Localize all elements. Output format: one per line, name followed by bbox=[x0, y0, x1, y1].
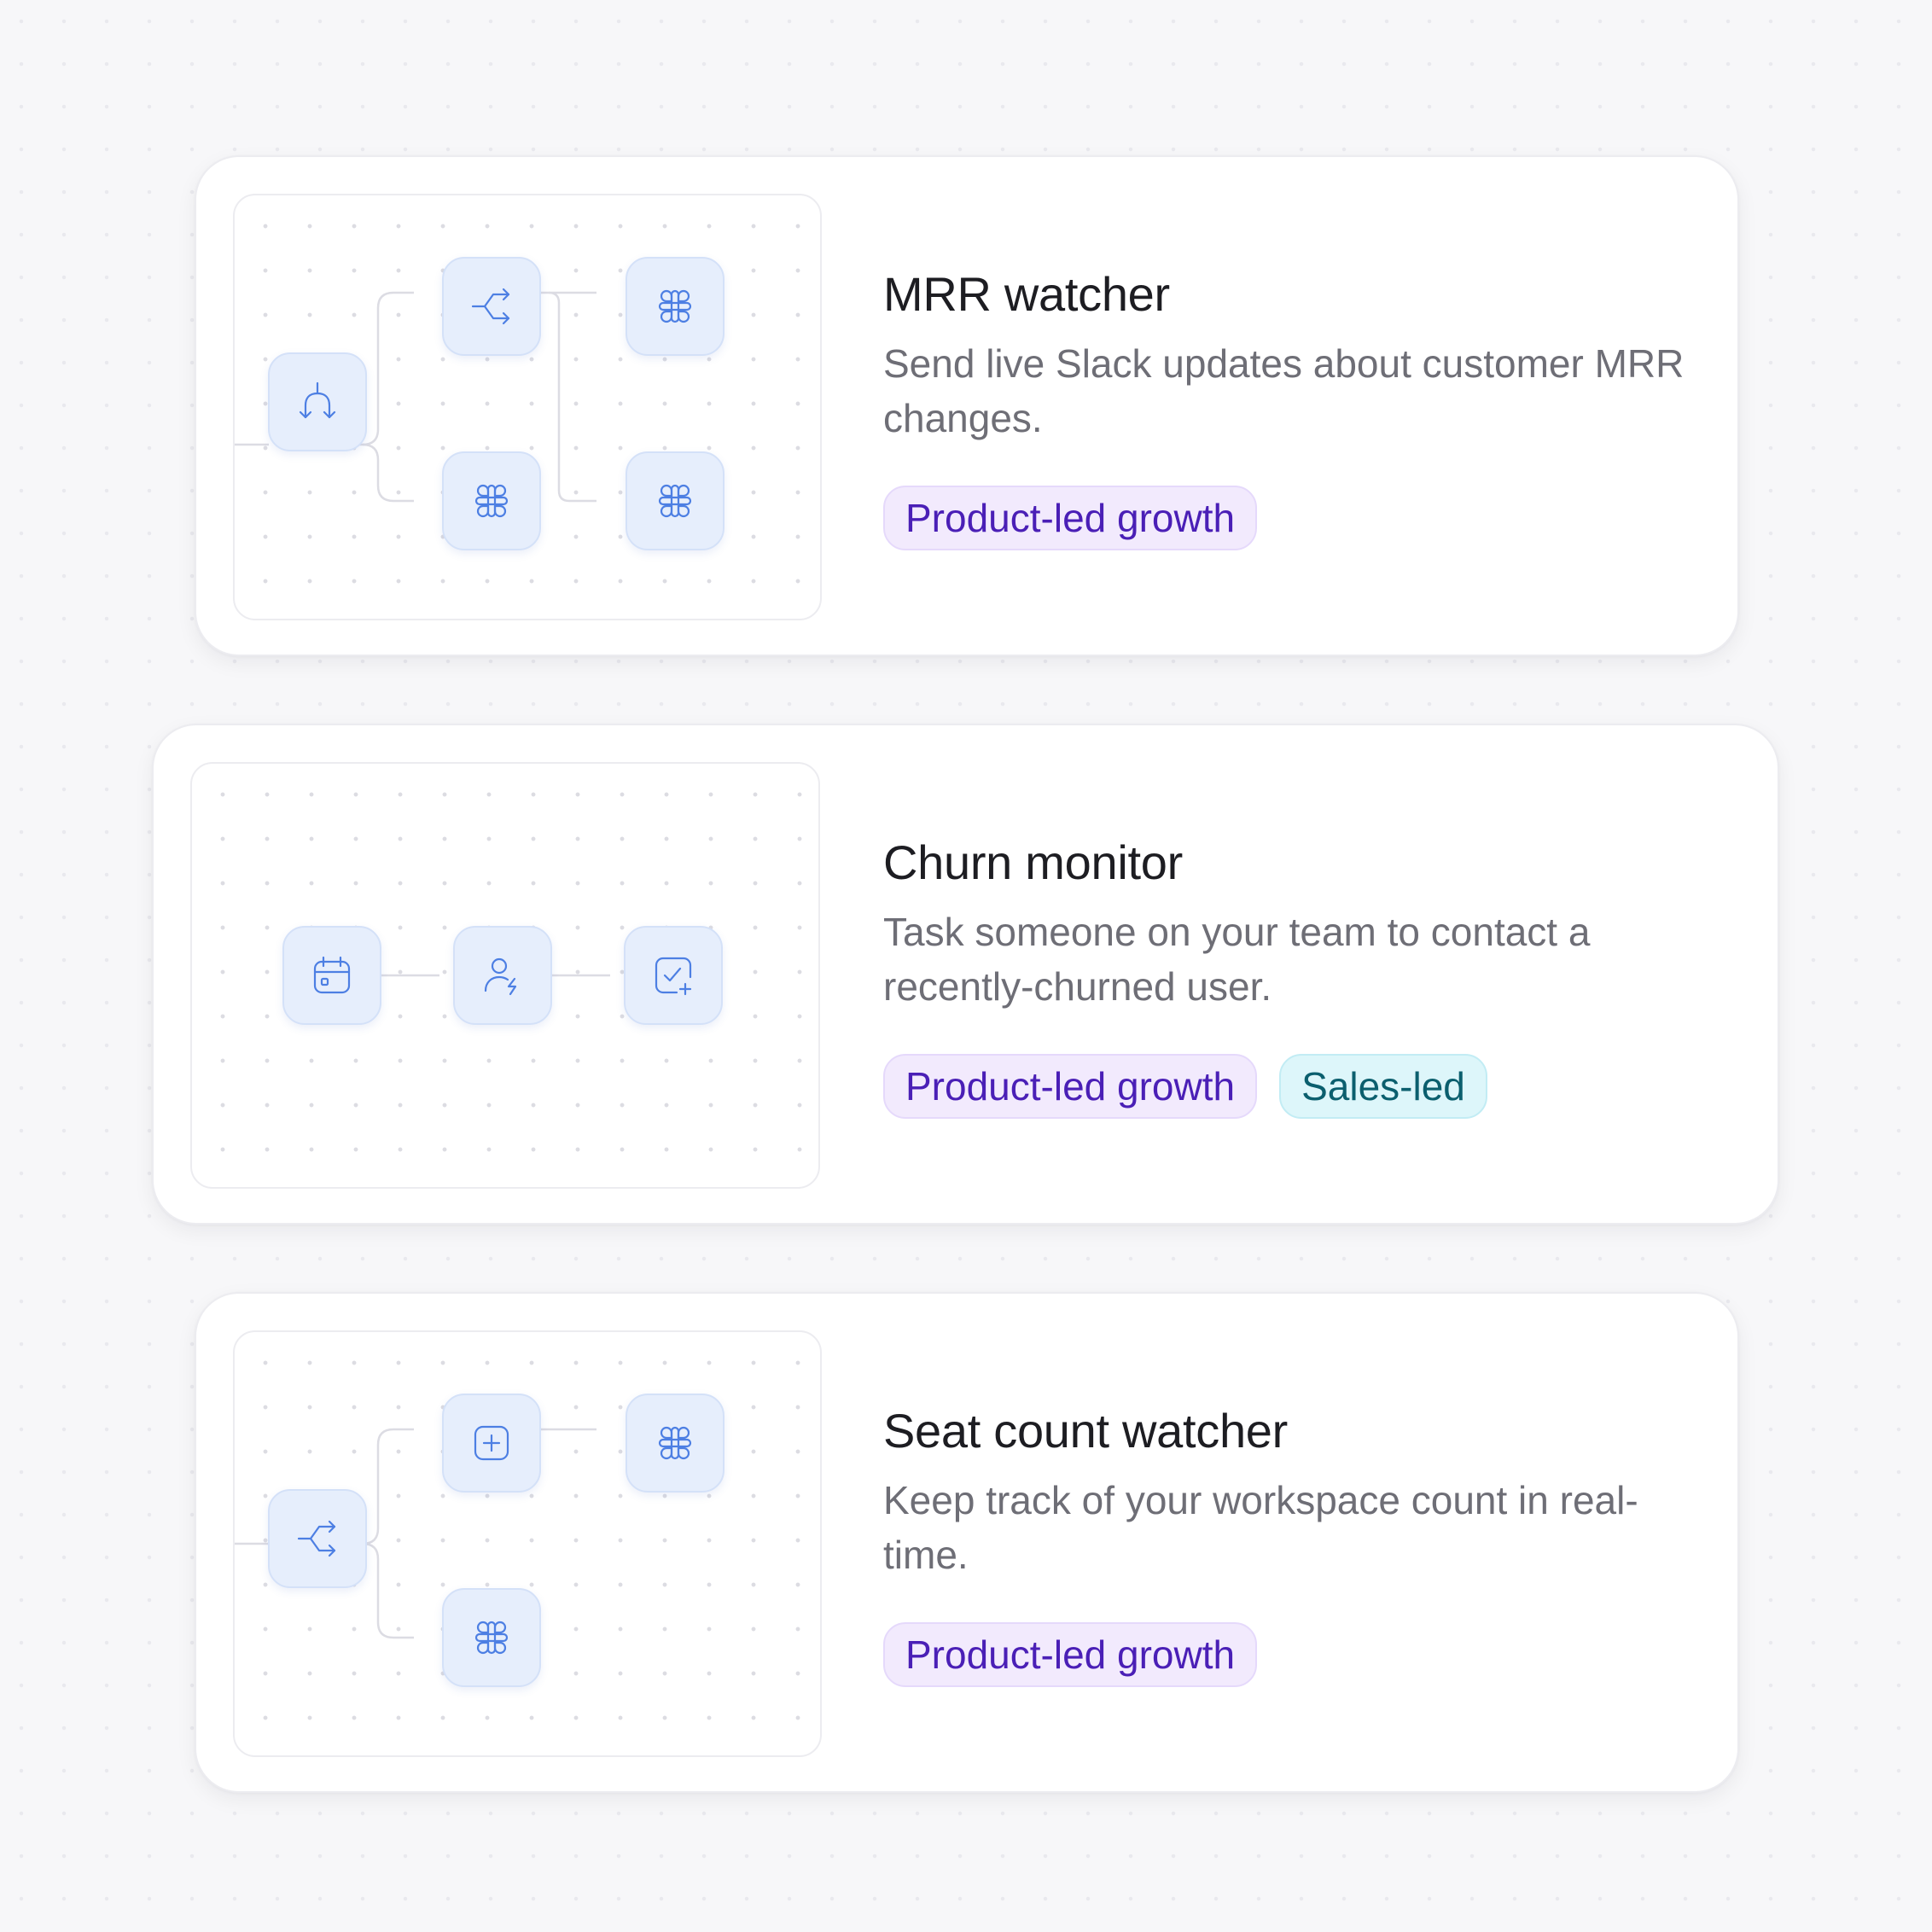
route-icon bbox=[471, 288, 510, 325]
workflow-diagram bbox=[190, 762, 820, 1189]
slack-node[interactable] bbox=[626, 1394, 724, 1493]
tag-sales-led[interactable]: Sales-led bbox=[1279, 1054, 1487, 1119]
calendar-icon bbox=[313, 956, 351, 994]
split-icon bbox=[299, 381, 336, 419]
tag-product-led-growth[interactable]: Product-led growth bbox=[883, 1622, 1258, 1687]
workflow-card-mrr-watcher[interactable]: MRR watcher Send live Slack updates abou… bbox=[195, 155, 1739, 656]
card-description: Send live Slack updates about customer M… bbox=[883, 341, 1685, 440]
card-description: Task someone on your team to contact a r… bbox=[883, 910, 1591, 1009]
workflow-card-churn-monitor[interactable]: Churn monitor Task someone on your team … bbox=[152, 724, 1779, 1225]
plus-square-node[interactable] bbox=[442, 1394, 541, 1493]
tag-product-led-growth[interactable]: Product-led growth bbox=[883, 486, 1258, 550]
tag-product-led-growth[interactable]: Product-led growth bbox=[883, 1054, 1258, 1119]
route-icon bbox=[297, 1520, 336, 1557]
slack-icon bbox=[658, 484, 692, 518]
workflow-card-seat-count-watcher[interactable]: Seat count watcher Keep track of your wo… bbox=[195, 1292, 1739, 1793]
route-node[interactable] bbox=[442, 257, 541, 356]
workflow-diagram bbox=[233, 194, 822, 620]
card-title: MRR watcher bbox=[883, 267, 1170, 321]
tag-list: Product-led growth bbox=[883, 486, 1258, 550]
tag-list: Product-led growth bbox=[883, 1622, 1258, 1687]
task-add-icon bbox=[655, 957, 692, 996]
slack-icon bbox=[658, 289, 692, 323]
task-add-node[interactable] bbox=[624, 926, 723, 1025]
slack-node[interactable] bbox=[626, 451, 724, 550]
card-description: Keep track of your workspace count in re… bbox=[883, 1478, 1638, 1577]
user-bolt-node[interactable] bbox=[453, 926, 552, 1025]
slack-node[interactable] bbox=[442, 451, 541, 550]
workflow-diagram bbox=[233, 1330, 822, 1757]
card-title: Churn monitor bbox=[883, 835, 1183, 889]
card-title: Seat count watcher bbox=[883, 1404, 1288, 1458]
slack-icon bbox=[474, 1621, 509, 1655]
route-node[interactable] bbox=[268, 1489, 367, 1588]
tag-list: Product-led growth Sales-led bbox=[883, 1054, 1487, 1119]
slack-icon bbox=[474, 484, 509, 518]
user-bolt-icon bbox=[484, 957, 517, 996]
calendar-node[interactable] bbox=[282, 926, 381, 1025]
slack-icon bbox=[658, 1426, 692, 1460]
slack-node[interactable] bbox=[442, 1588, 541, 1687]
plus-square-icon bbox=[474, 1425, 509, 1461]
split-node[interactable] bbox=[268, 352, 367, 451]
slack-node[interactable] bbox=[626, 257, 724, 356]
